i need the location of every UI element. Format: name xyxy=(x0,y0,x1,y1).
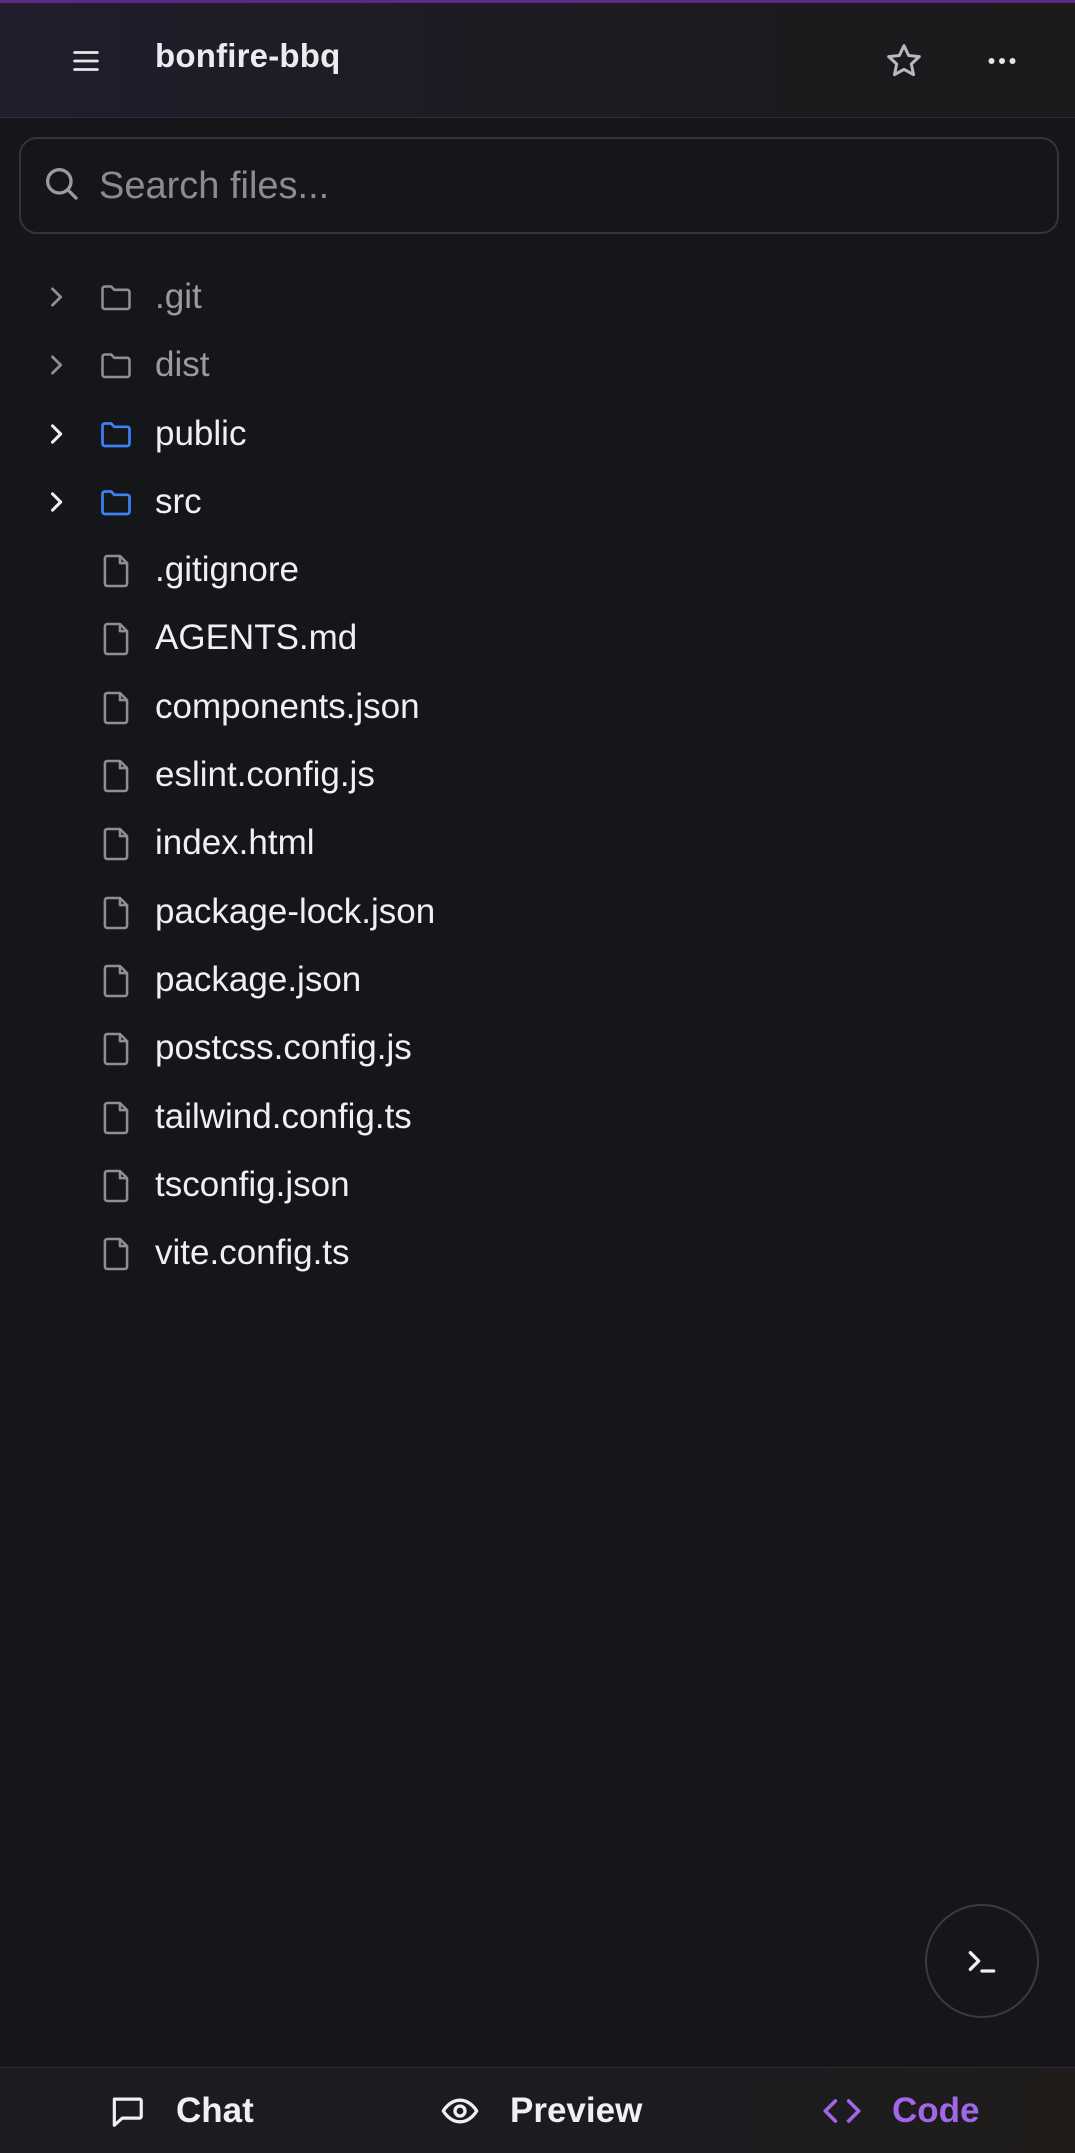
header-bar: bonfire-bbq xyxy=(0,0,1075,118)
tab-code[interactable]: Code xyxy=(822,2068,980,2153)
folder-icon xyxy=(101,490,131,516)
hamburger-menu-icon xyxy=(73,51,99,71)
eye-icon xyxy=(441,2098,479,2124)
chevron-right-icon[interactable] xyxy=(42,488,70,516)
tab-code-label: Code xyxy=(892,2091,980,2130)
tree-file-package-lock[interactable]: package-lock.json xyxy=(0,878,1075,946)
file-icon xyxy=(103,759,129,793)
code-icon xyxy=(823,2099,861,2123)
file-icon xyxy=(103,1032,129,1066)
tab-chat-label: Chat xyxy=(176,2091,254,2130)
project-title: bonfire-bbq xyxy=(155,37,341,74)
tree-folder-src[interactable]: src xyxy=(0,468,1075,536)
tree-folder-public[interactable]: public xyxy=(0,400,1075,468)
file-icon xyxy=(103,896,129,929)
tree-item-label: package-lock.json xyxy=(155,891,436,931)
tree-file-gitignore[interactable]: .gitignore xyxy=(0,536,1075,604)
more-options-button[interactable] xyxy=(968,27,1036,95)
search-input[interactable] xyxy=(99,153,1039,219)
tree-file-package-json[interactable]: package.json xyxy=(0,946,1075,1014)
tree-item-label: public xyxy=(155,413,247,453)
file-icon xyxy=(103,1237,129,1271)
tree-file-postcss-config[interactable]: postcss.config.js xyxy=(0,1014,1075,1082)
tab-preview-label: Preview xyxy=(510,2091,643,2130)
folder-icon xyxy=(101,421,131,447)
file-tree: .git dist public src .gitignore AGENTS.m… xyxy=(0,263,1075,1287)
tree-file-vite-config[interactable]: vite.config.ts xyxy=(0,1219,1075,1287)
tree-item-label: vite.config.ts xyxy=(155,1233,350,1273)
tab-chat[interactable]: Chat xyxy=(108,2068,254,2153)
tree-file-tailwind-config[interactable]: tailwind.config.ts xyxy=(0,1083,1075,1151)
favorite-button[interactable] xyxy=(870,27,938,95)
tree-item-label: .git xyxy=(155,277,202,316)
chevron-right-icon[interactable] xyxy=(42,420,70,448)
terminal-icon xyxy=(968,1951,996,1973)
terminal-button[interactable] xyxy=(925,1904,1039,2018)
folder-icon xyxy=(101,353,131,379)
more-horizontal-icon xyxy=(988,58,1016,64)
tree-folder-git[interactable]: .git xyxy=(0,263,1075,331)
app-root: bonfire-bbq .git di xyxy=(0,0,1075,2153)
file-icon xyxy=(103,828,129,861)
tree-item-label: .gitignore xyxy=(155,550,299,590)
tree-file-agents-md[interactable]: AGENTS.md xyxy=(0,604,1075,672)
star-icon xyxy=(887,44,921,77)
tree-item-label: tsconfig.json xyxy=(155,1164,350,1204)
file-icon xyxy=(103,1169,129,1203)
file-icon xyxy=(103,623,129,656)
tree-item-label: index.html xyxy=(155,823,315,863)
tree-file-components-json[interactable]: components.json xyxy=(0,673,1075,741)
tree-item-label: package.json xyxy=(155,959,362,999)
tree-file-tsconfig[interactable]: tsconfig.json xyxy=(0,1151,1075,1219)
tree-item-label: src xyxy=(155,481,202,521)
tree-item-label: eslint.config.js xyxy=(155,755,375,795)
tree-file-eslint-config[interactable]: eslint.config.js xyxy=(0,741,1075,809)
tree-file-index-html[interactable]: index.html xyxy=(0,809,1075,877)
chevron-right-icon[interactable] xyxy=(42,351,70,379)
tree-folder-dist[interactable]: dist xyxy=(0,331,1075,399)
file-icon xyxy=(103,1101,129,1134)
folder-icon xyxy=(101,285,131,311)
search-icon xyxy=(41,163,81,208)
message-square-icon xyxy=(112,2097,143,2127)
tree-item-label: components.json xyxy=(155,686,420,726)
tree-item-label: postcss.config.js xyxy=(155,1028,412,1068)
tab-preview[interactable]: Preview xyxy=(440,2068,642,2153)
chevron-right-icon[interactable] xyxy=(42,283,70,311)
tree-item-label: AGENTS.md xyxy=(155,618,358,658)
search-box xyxy=(19,137,1059,234)
file-icon xyxy=(103,964,129,998)
bottom-nav: Chat Preview Code xyxy=(0,2067,1075,2153)
tree-item-label: tailwind.config.ts xyxy=(155,1096,412,1136)
file-icon xyxy=(103,691,129,725)
file-icon xyxy=(103,554,129,588)
tree-item-label: dist xyxy=(155,345,210,385)
menu-button[interactable] xyxy=(52,27,120,95)
